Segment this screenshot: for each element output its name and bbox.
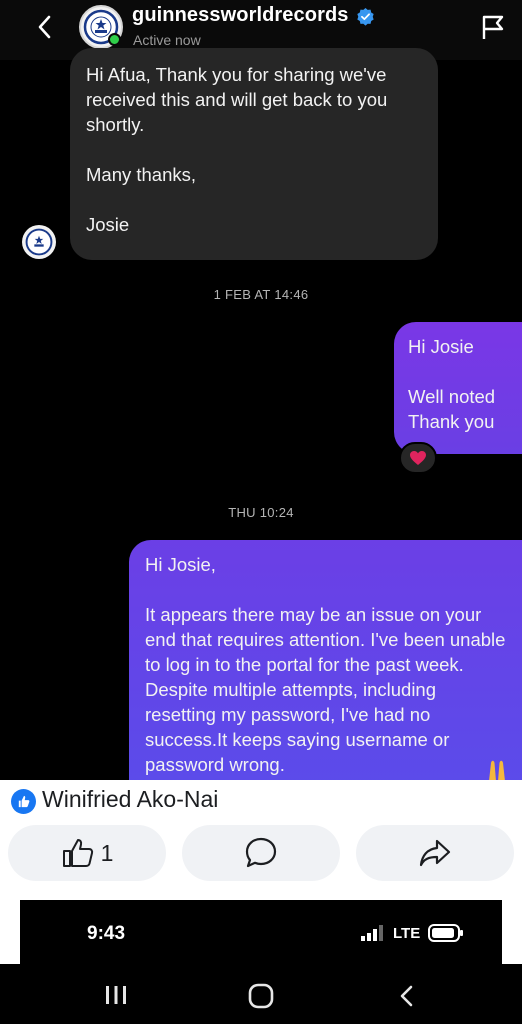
phone-status-bar: 9:43 LTE (20, 900, 502, 964)
active-status: Active now (133, 32, 201, 48)
chat-username[interactable]: guinnessworldrecords (132, 4, 349, 27)
message-timestamp: THU 10:24 (228, 505, 294, 520)
network-type: LTE (393, 925, 421, 942)
message-text: Hi Josie, (145, 554, 216, 575)
outgoing-message[interactable]: Hi Josie Well noted Thank you (394, 322, 522, 454)
post-author[interactable]: Winifried Ako-Nai (42, 786, 218, 813)
signal-icon (361, 925, 383, 941)
battery-icon (428, 924, 463, 942)
dm-conversation: guinnessworldrecords Active now Hi Afua,… (0, 0, 522, 780)
flag-icon[interactable] (480, 12, 506, 42)
nav-back-icon[interactable] (396, 983, 418, 1009)
comment-button[interactable] (182, 825, 340, 881)
message-text: Hi Afua, Thank you for sharing we've rec… (86, 64, 388, 135)
like-count: 1 (100, 839, 114, 866)
divider (0, 890, 522, 900)
incoming-message[interactable]: Hi Afua, Thank you for sharing we've rec… (70, 48, 438, 260)
share-icon (419, 839, 451, 867)
message-text: Josie (86, 214, 130, 235)
like-button[interactable]: 1 (8, 825, 166, 881)
message-text: Well noted Thank you (408, 386, 496, 432)
frame-edge (502, 900, 522, 964)
home-icon[interactable] (248, 983, 274, 1009)
sender-avatar[interactable] (22, 225, 56, 259)
online-indicator (108, 33, 121, 46)
message-text: It appears there may be an issue on your… (145, 604, 506, 775)
facebook-badge-icon (11, 789, 36, 814)
message-text: Many thanks, (86, 164, 197, 185)
like-icon (62, 839, 93, 867)
android-nav-bar (0, 964, 522, 1024)
message-text: Hi Josie (408, 336, 474, 357)
comment-icon (245, 837, 277, 868)
recent-apps-icon[interactable] (104, 984, 128, 1006)
heart-reaction-icon[interactable] (399, 442, 437, 474)
facebook-post-footer: Winifried Ako-Nai 1 (0, 780, 522, 890)
praying-hands-icon (489, 760, 505, 780)
status-clock: 9:43 (87, 923, 126, 944)
back-icon[interactable] (32, 12, 58, 42)
share-button[interactable] (356, 825, 514, 881)
message-timestamp: 1 FEB AT 14:46 (213, 287, 309, 302)
outgoing-message[interactable]: Hi Josie, It appears there may be an iss… (129, 540, 522, 780)
frame-edge (0, 900, 20, 964)
verified-badge-icon (357, 7, 374, 26)
